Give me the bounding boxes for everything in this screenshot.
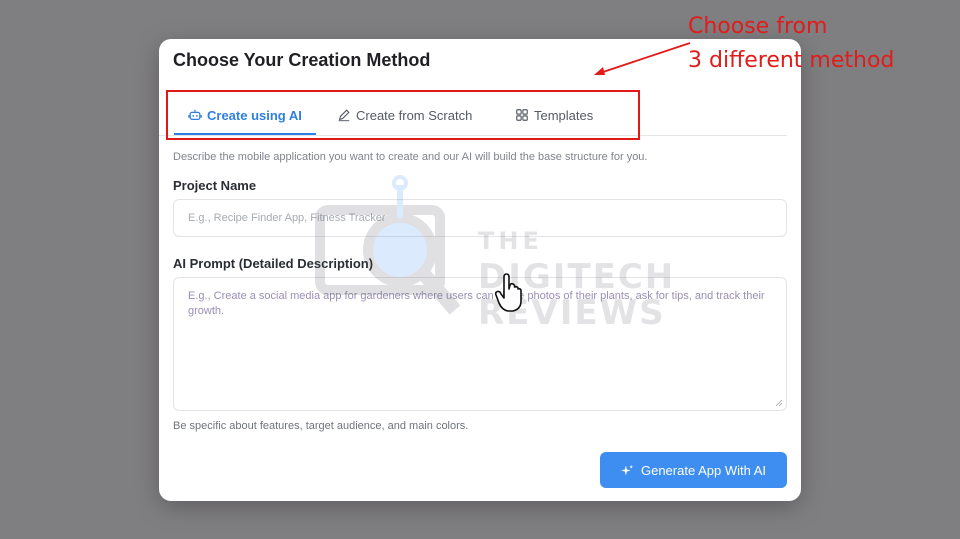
sparkle-icon xyxy=(620,464,634,475)
annotation-line-1: Choose from xyxy=(688,14,828,39)
tabs-highlight-box xyxy=(166,90,640,140)
generate-app-button[interactable]: Generate App With AI xyxy=(600,452,787,488)
method-description: Describe the mobile application you want… xyxy=(173,151,648,163)
resize-grip-icon[interactable] xyxy=(775,399,783,407)
annotation-text: Choose from 3 different method xyxy=(688,10,894,78)
annotation-arrow-icon xyxy=(594,42,691,75)
prompt-hint: Be specific about features, target audie… xyxy=(173,420,469,432)
annotation-line-2: 3 different method xyxy=(688,48,895,73)
generate-button-label: Generate App With AI xyxy=(640,462,767,478)
project-name-label: Project Name xyxy=(173,178,257,193)
ai-prompt-label: AI Prompt (Detailed Description) xyxy=(173,256,374,271)
ai-prompt-textarea[interactable]: E.g., Create a social media app for gard… xyxy=(173,277,787,411)
ai-prompt-placeholder: E.g., Create a social media app for gard… xyxy=(188,290,765,317)
hand-cursor-icon xyxy=(494,273,522,312)
modal-title: Choose Your Creation Method xyxy=(173,50,431,70)
project-name-input[interactable]: E.g., Recipe Finder App, Fitness Tracker xyxy=(173,199,787,237)
